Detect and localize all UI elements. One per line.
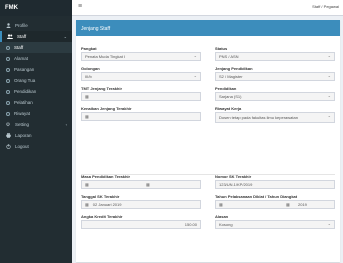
circle-icon bbox=[6, 56, 10, 61]
sidebar-item-label: Pendidikan bbox=[14, 89, 37, 94]
sidebar: FMK Profile Staff ⌄ Staff Alamat Pasanga… bbox=[0, 0, 72, 263]
tanggal-sk-value: 02 Januari 2019 bbox=[92, 202, 122, 207]
sidebar-item-laporan[interactable]: Laporan bbox=[0, 130, 72, 141]
circle-icon bbox=[6, 111, 10, 116]
nomor-sk-field[interactable]: 123/UN.1/KP/2019 bbox=[215, 180, 335, 189]
sidebar-item-pelatihan[interactable]: Pelatihan bbox=[0, 97, 72, 108]
sidebar-item-pasangan[interactable]: Pasangan bbox=[0, 64, 72, 75]
kenaikan-field[interactable]: ▦ bbox=[81, 112, 201, 121]
form-right-col: Status PNS / ASN Jenjang Pendidikan S2 /… bbox=[215, 46, 335, 128]
angka-field[interactable]: 150.00 bbox=[81, 220, 201, 229]
sidebar-item-label: Riwayat bbox=[14, 111, 31, 116]
sidebar-item-riwayat[interactable]: Riwayat bbox=[0, 108, 72, 119]
riwayat-select[interactable]: Dosen tetap pada fakultas ilmu keperawat… bbox=[215, 112, 335, 123]
sidebar-item-label: Pasangan bbox=[14, 67, 35, 72]
sidebar-item-label: Laporan bbox=[15, 133, 32, 138]
sidebar-item-label: Profile bbox=[15, 23, 28, 28]
jenjang-select[interactable]: S2 / Magister bbox=[215, 72, 335, 81]
brand-logo: FMK bbox=[0, 0, 72, 16]
calendar-icon: ▦ bbox=[85, 182, 89, 187]
calendar-icon: ▦ bbox=[85, 114, 89, 119]
sidebar-item-label: Setting bbox=[15, 122, 30, 127]
sidebar-item-label: Staff bbox=[14, 45, 24, 50]
topbar: ≡ Staff / Pegawai bbox=[72, 0, 343, 16]
sidebar-item-label: Logout bbox=[15, 144, 29, 149]
angka-value: 150.00 bbox=[184, 222, 197, 227]
circle-icon bbox=[6, 78, 10, 83]
logout-icon bbox=[5, 144, 11, 150]
sidebar-item-label: Orang Tua bbox=[14, 78, 36, 83]
chevron-down-icon: ⌄ bbox=[63, 34, 67, 39]
chevron-left-icon: ‹ bbox=[65, 122, 67, 127]
nomor-sk-value: 123/UN.1/KP/2019 bbox=[219, 182, 253, 187]
sidebar-item-alamat[interactable]: Alamat bbox=[0, 53, 72, 64]
alasan-value: Kosong bbox=[219, 222, 233, 227]
sidebar-item-staff-group[interactable]: Staff ⌄ bbox=[0, 31, 72, 42]
calendar-icon: ▦ bbox=[85, 94, 89, 99]
masa-kerja-field[interactable]: ▦ ▦ bbox=[81, 180, 201, 189]
tanggal-sk-field[interactable]: ▦ 02 Januari 2019 bbox=[81, 200, 201, 209]
user-menu[interactable]: Staff / Pegawai bbox=[312, 4, 339, 9]
form-left-col-2: Masa Pendidikan Terakhir ▦ ▦ Tanggal SK T… bbox=[81, 174, 201, 234]
sidebar-item-label: Alamat bbox=[14, 56, 29, 61]
calendar-icon: ▦ bbox=[146, 182, 150, 187]
form-panel: Jenjang Staff Pangkat Penata Muda Tingka… bbox=[76, 20, 340, 262]
gear-icon: ⚙ bbox=[5, 121, 11, 128]
form-left-col: Pangkat Penata Muda Tingkat I Golongan I… bbox=[81, 46, 201, 126]
sidebar-item-staff[interactable]: Staff bbox=[0, 42, 72, 53]
sidebar-item-pendidikan[interactable]: Pendidikan bbox=[0, 86, 72, 97]
tahun-value: 2019 bbox=[298, 202, 307, 207]
circle-icon bbox=[6, 67, 10, 72]
pangkat-select[interactable]: Penata Muda Tingkat I bbox=[81, 52, 201, 61]
golongan-select[interactable]: III/b bbox=[81, 72, 201, 81]
panel-title: Jenjang Staff bbox=[76, 22, 340, 36]
menu-toggle-icon[interactable]: ≡ bbox=[78, 3, 82, 10]
sidebar-item-label: Staff bbox=[17, 34, 27, 39]
sidebar-item-orang-tua[interactable]: Orang Tua bbox=[0, 75, 72, 86]
circle-icon bbox=[6, 89, 10, 94]
sidebar-item-setting[interactable]: ⚙ Setting ‹ bbox=[0, 119, 72, 130]
form-right-col-2: Nomor SK Terakhir 123/UN.1/KP/2019 Tahun… bbox=[215, 174, 335, 234]
calendar-icon: ▦ bbox=[286, 202, 290, 207]
users-icon bbox=[7, 34, 13, 40]
sidebar-item-label: Pelatihan bbox=[14, 100, 33, 105]
golongan-value: III/b bbox=[85, 74, 92, 79]
jenjang-value: S2 / Magister bbox=[219, 74, 243, 79]
calendar-icon: ▦ bbox=[219, 202, 223, 207]
riwayat-value: Dosen tetap pada fakultas ilmu keperawat… bbox=[219, 115, 298, 120]
tahun-field[interactable]: ▦ ▦ 2019 bbox=[215, 200, 335, 209]
pangkat-value: Penata Muda Tingkat I bbox=[85, 54, 126, 59]
circle-icon bbox=[6, 100, 10, 105]
pendidikan-select[interactable]: Sarjana (S1) bbox=[215, 92, 335, 101]
alasan-select[interactable]: Kosong bbox=[215, 220, 335, 229]
print-icon bbox=[5, 133, 11, 139]
status-select[interactable]: PNS / ASN bbox=[215, 52, 335, 61]
circle-icon bbox=[6, 45, 10, 50]
user-icon bbox=[5, 23, 11, 29]
sidebar-item-profile[interactable]: Profile bbox=[0, 20, 72, 31]
calendar-icon: ▦ bbox=[85, 202, 89, 207]
pendidikan-value: Sarjana (S1) bbox=[219, 94, 242, 99]
status-value: PNS / ASN bbox=[219, 54, 239, 59]
tmt-jenjang-field[interactable]: ▦ bbox=[81, 92, 201, 101]
sidebar-item-logout[interactable]: Logout bbox=[0, 141, 72, 152]
